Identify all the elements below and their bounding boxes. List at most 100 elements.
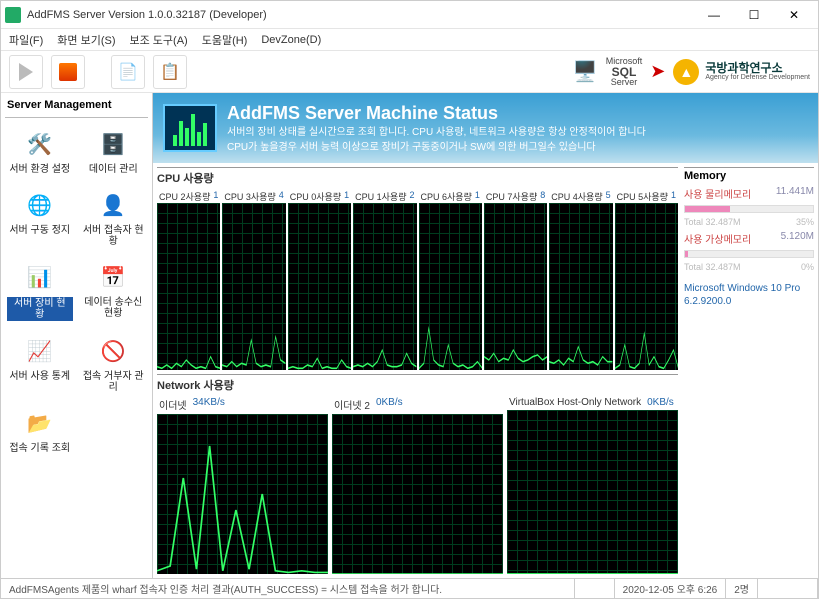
- net-value-2: 0KB/s: [647, 397, 674, 408]
- statusbar: AddFMSAgents 제품의 wharf 접속자 인증 처리 결과(AUTH…: [1, 578, 818, 598]
- cpu-graph-0: [157, 203, 220, 370]
- net-value-0: 34KB/s: [193, 397, 225, 412]
- agency-logo: ▲ 국방과학연구소 Agency for Defense Development: [673, 59, 810, 85]
- sql-server-logo: Microsoft SQL Server: [606, 57, 643, 87]
- cpu-label-4: CPU 6사용량: [421, 190, 472, 203]
- list-icon: 📋: [160, 62, 180, 82]
- sidebar-icon-2: 🌐: [22, 187, 58, 223]
- sidebar-item-1[interactable]: 🗄️ 데이터 관리: [79, 124, 149, 177]
- cpu-graph-2: [288, 203, 351, 370]
- cpu-graph-3: [353, 203, 416, 370]
- cpu-label-6: CPU 4사용량: [551, 190, 602, 203]
- cpu-graph-7: [615, 203, 678, 370]
- net-cell-2: VirtualBox Host-Only Network0KB/s: [507, 397, 678, 574]
- net-label-0: 이더넷: [159, 397, 187, 412]
- play-icon: [19, 63, 33, 81]
- cpu-graph-6: [549, 203, 612, 370]
- agency-name: 국방과학연구소: [705, 62, 810, 74]
- cpu-label-1: CPU 3사용량: [224, 190, 275, 203]
- cpu-value-2: 1: [344, 190, 349, 203]
- sidebar-item-4[interactable]: 📊서버 장비 현황: [5, 257, 75, 323]
- sidebar-title: Server Management: [5, 97, 148, 118]
- stop-button[interactable]: [51, 55, 85, 89]
- menu-file[interactable]: 파일(F): [9, 32, 43, 48]
- sidebar-item-6[interactable]: 📈서버 사용 통계: [5, 331, 75, 395]
- window-controls: — ☐ ✕: [694, 3, 814, 27]
- page-desc-1: 서버의 장비 상태를 실시간으로 조회 합니다. CPU 사용량, 네트워크 사…: [227, 126, 646, 139]
- sidebar-icon-5: 📅: [95, 259, 131, 295]
- menu-help[interactable]: 도움말(H): [202, 32, 248, 48]
- phys-mem-value: 11.441M: [776, 186, 814, 201]
- cpu-cell-4: CPU 6사용량1: [419, 190, 482, 370]
- cpu-value-6: 5: [606, 190, 611, 203]
- os-version: 6.2.9200.0: [684, 295, 814, 308]
- close-button[interactable]: ✕: [774, 3, 814, 27]
- sidebar-icon-4: 📊: [22, 259, 58, 295]
- sidebar-item-7[interactable]: 🚫접속 거부자 관리: [79, 331, 149, 395]
- page-desc-2: CPU가 높을경우 서버 능력 이상으로 장비가 구동중이거나 SW에 의한 버…: [227, 141, 646, 154]
- page-title: AddFMS Server Machine Status: [227, 103, 646, 124]
- toolbar: 📄 📋 🖥️ Microsoft SQL Server ➤ ▲ 국방과학연구소 …: [1, 51, 818, 93]
- sidebar-icon-0: 🛠️: [22, 126, 58, 162]
- menu-tools[interactable]: 보조 도구(A): [130, 32, 188, 48]
- net-graph-2: [507, 410, 678, 574]
- virt-mem-bar: [684, 250, 814, 258]
- sidebar-icon-3: 👤: [95, 187, 131, 223]
- cpu-cell-0: CPU 2사용량1: [157, 190, 220, 370]
- sidebar-item-2[interactable]: 🌐 서버 구동 정지: [5, 185, 75, 249]
- sidebar-icon-1: 🗄️: [95, 126, 131, 162]
- monitor-icon: 🖥️: [573, 59, 598, 84]
- virt-mem-pct: 0%: [801, 262, 814, 272]
- sidebar-label-7: 접속 거부자 관리: [81, 371, 147, 393]
- sidebar-label-0: 서버 환경 설정: [9, 164, 70, 175]
- cpu-section-title: CPU 사용량: [157, 167, 678, 186]
- cpu-graph-4: [419, 203, 482, 370]
- net-value-1: 0KB/s: [376, 397, 403, 412]
- sidebar-icon-8: 📂: [22, 405, 58, 441]
- cpu-value-7: 1: [671, 190, 676, 203]
- sidebar-item-8[interactable]: 📂접속 기록 조회: [5, 403, 75, 456]
- cpu-cell-5: CPU 7사용량8: [484, 190, 547, 370]
- cpu-value-3: 2: [409, 190, 414, 203]
- list-button[interactable]: 📋: [153, 55, 187, 89]
- sidebar-icon-7: 🚫: [95, 333, 131, 369]
- status-message: AddFMSAgents 제품의 wharf 접속자 인증 처리 결과(AUTH…: [1, 579, 575, 598]
- cpu-label-2: CPU 0사용량: [290, 190, 341, 203]
- agency-subtitle: Agency for Defense Development: [705, 74, 810, 81]
- stop-icon: [59, 63, 77, 81]
- menu-view[interactable]: 화면 보기(S): [57, 32, 115, 48]
- sidebar-item-3[interactable]: 👤서버 접속자 현황: [79, 185, 149, 249]
- minimize-button[interactable]: —: [694, 3, 734, 27]
- sidebar: Server Management 🛠️ 서버 환경 설정 🗄️ 데이터 관리 🌐 서버 …: [1, 93, 153, 578]
- sidebar-item-0[interactable]: 🛠️ 서버 환경 설정: [5, 124, 75, 177]
- sidebar-item-5[interactable]: 📅데이터 송수신 현황: [79, 257, 149, 323]
- menubar: 파일(F) 화면 보기(S) 보조 도구(A) 도움말(H) DevZone(D…: [1, 29, 818, 51]
- virt-mem-value: 5.120M: [781, 231, 814, 246]
- phys-mem-pct: 35%: [796, 217, 814, 227]
- cpu-value-4: 1: [475, 190, 480, 203]
- agency-badge-icon: ▲: [673, 59, 699, 85]
- cpu-value-5: 8: [540, 190, 545, 203]
- window-title: AddFMS Server Version 1.0.0.32187 (Devel…: [27, 9, 694, 21]
- memory-panel: Memory 사용 물리메모리11.441M Total 32.487M35% …: [684, 167, 814, 574]
- virt-mem-label: 사용 가상메모리: [684, 231, 751, 246]
- phys-mem-total: Total 32.487M: [684, 217, 741, 227]
- sidebar-label-5: 데이터 송수신 현황: [81, 297, 147, 319]
- cpu-value-1: 4: [279, 190, 284, 203]
- cpu-cell-6: CPU 4사용량 5: [549, 190, 612, 370]
- menu-devzone[interactable]: DevZone(D): [261, 34, 321, 46]
- maximize-button[interactable]: ☐: [734, 3, 774, 27]
- status-count: 2명: [726, 579, 758, 598]
- doc-button[interactable]: 📄: [111, 55, 145, 89]
- sidebar-icon-6: 📈: [22, 333, 58, 369]
- cpu-label-7: CPU 5사용량: [617, 190, 668, 203]
- status-header: AddFMS Server Machine Status 서버의 장비 상태를 …: [153, 93, 818, 163]
- titlebar: AddFMS Server Version 1.0.0.32187 (Devel…: [1, 1, 818, 29]
- sidebar-label-3: 서버 접속자 현황: [81, 225, 147, 247]
- cpu-cell-2: CPU 0사용량1: [288, 190, 351, 370]
- sidebar-label-1: 데이터 관리: [89, 164, 138, 175]
- status-blank: [575, 579, 615, 598]
- sidebar-label-2: 서버 구동 정지: [9, 225, 70, 236]
- play-button[interactable]: [9, 55, 43, 89]
- cpu-cell-7: CPU 5사용량1: [615, 190, 678, 370]
